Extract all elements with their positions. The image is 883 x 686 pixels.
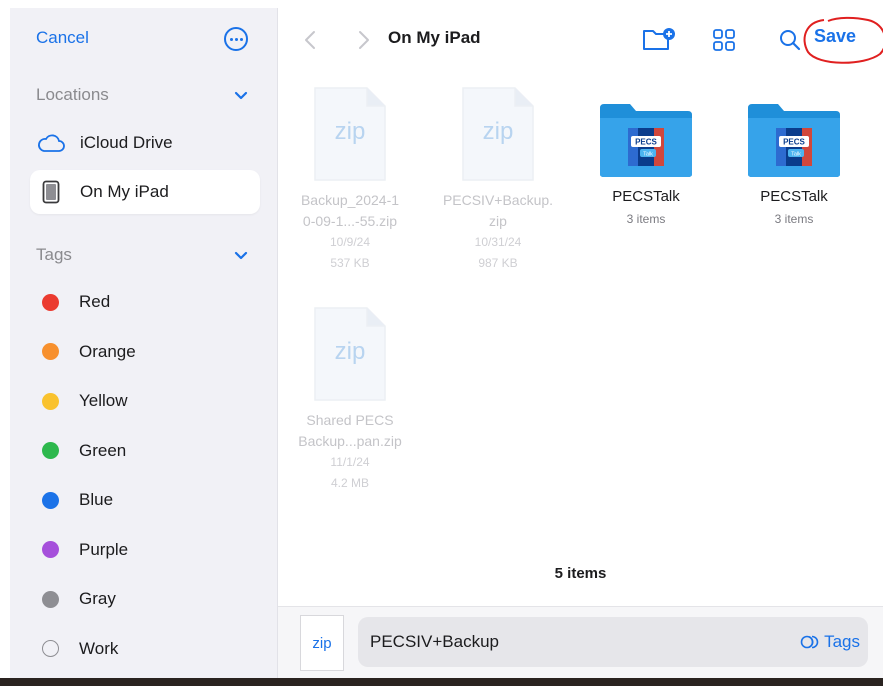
tag-color-dot-icon [42, 491, 59, 509]
zip-file-icon: zip [313, 306, 387, 402]
tag-color-dot-icon [42, 590, 59, 608]
file-date: 10/31/24 [474, 235, 522, 249]
tag-label: Gray [79, 589, 116, 608]
forward-chevron-icon[interactable] [358, 30, 370, 50]
sidebar-tag-yellow[interactable]: Yellow [30, 381, 260, 421]
tag-color-dot-icon [42, 640, 59, 657]
sidebar-tag-gray[interactable]: Gray [30, 579, 260, 619]
new-folder-icon[interactable] [642, 26, 676, 52]
sidebar-tag-orange[interactable]: Orange [30, 332, 260, 372]
sidebar-item-label: iCloud Drive [80, 133, 173, 152]
folder-badge-text: PECS [635, 138, 657, 147]
window-edge [0, 678, 883, 686]
zip-file-item[interactable]: zip Shared PECS Backup...pan.zip 11/1/24 4.2… [280, 306, 420, 494]
file-name: Shared PECS [306, 412, 394, 428]
tag-label: Red [79, 292, 111, 311]
sidebar-item-label: On My iPad [80, 182, 169, 201]
ipad-icon [36, 180, 66, 204]
folder-name: PECSTalk [760, 188, 828, 205]
file-name: PECSIV+Backup. [442, 192, 554, 208]
zip-label: zip [334, 338, 366, 365]
page-title: On My iPad [388, 28, 481, 47]
tag-color-dot-icon [42, 392, 59, 410]
sidebar-tag-red[interactable]: Red [30, 282, 260, 322]
folder-item[interactable]: PECS Talk PECSTalk 3 items [724, 102, 864, 230]
cloud-icon [36, 133, 66, 153]
zip-file-item[interactable]: zip Backup_2024-1 0-09-1...-55.zip 10/9/24 5… [280, 86, 420, 274]
file-name-line2: zip [489, 213, 507, 229]
save-bar: zip PECSIV+Backup Tags [278, 606, 883, 678]
locations-header[interactable]: Locations [36, 85, 109, 105]
tag-label: Work [79, 638, 119, 658]
tag-color-dot-icon [42, 293, 59, 311]
zip-file-icon: zip [461, 86, 535, 182]
folder-badge-subtext: Talk [643, 152, 653, 158]
folder-meta: 3 items [626, 211, 666, 226]
tag-color-dot-icon [42, 541, 59, 558]
chevron-down-icon[interactable] [234, 251, 248, 261]
file-thumbnail: zip [300, 615, 344, 671]
file-size: 4.2 MB [330, 476, 369, 490]
search-icon[interactable] [778, 28, 802, 52]
zip-label: zip [482, 118, 514, 145]
tag-label: Purple [79, 539, 129, 559]
sidebar-tag-blue[interactable]: Blue [30, 480, 260, 520]
zip-label: zip [334, 118, 366, 145]
tags-icon [800, 635, 819, 649]
sidebar-tag-purple[interactable]: Purple [30, 530, 260, 570]
folder-icon: PECS Talk [598, 102, 694, 178]
sidebar-item-icloud-drive[interactable]: iCloud Drive [30, 121, 260, 165]
save-button[interactable]: Save [814, 26, 856, 47]
chevron-down-icon[interactable] [234, 91, 248, 101]
folder-badge-subtext: Talk [791, 152, 801, 158]
folder-meta: 3 items [774, 211, 814, 226]
file-size: 537 KB [330, 256, 370, 270]
tag-label: Blue [79, 490, 114, 509]
file-name-line2: Backup...pan.zip [298, 433, 402, 449]
sidebar-item-on-my-ipad[interactable]: On My iPad [30, 170, 260, 214]
folder-icon: PECS Talk [746, 102, 842, 178]
tag-color-dot-icon [42, 442, 59, 459]
file-save-dialog: Cancel Locations iCloud Drive On My iPad… [10, 8, 883, 678]
file-name-line2: 0-09-1...-55.zip [302, 213, 398, 229]
grid-view-icon[interactable] [712, 28, 736, 52]
zip-file-icon: zip [313, 86, 387, 182]
sidebar: Cancel Locations iCloud Drive On My iPad… [10, 8, 278, 678]
tag-label: Green [79, 440, 127, 460]
folder-name: PECSTalk [612, 188, 680, 205]
tag-label: Orange [79, 341, 136, 361]
tags-button[interactable]: Tags [800, 632, 860, 652]
tags-header[interactable]: Tags [36, 245, 72, 265]
file-size: 987 KB [478, 256, 518, 270]
cancel-button[interactable]: Cancel [36, 28, 89, 48]
tag-color-dot-icon [42, 343, 59, 360]
file-browser: On My iPad Save zip Backup_2024-1 0-09-1..… [278, 8, 883, 678]
folder-badge-text: PECS [783, 138, 805, 147]
more-options-icon[interactable] [224, 27, 248, 51]
sidebar-tag-green[interactable]: Green [30, 431, 260, 471]
folder-item[interactable]: PECS Talk PECSTalk 3 items [576, 102, 716, 230]
item-count: 5 items [554, 565, 607, 582]
sidebar-tag-work[interactable]: Work [30, 629, 260, 669]
filename-field[interactable]: PECSIV+Backup Tags [358, 617, 868, 667]
file-name: Backup_2024-1 [300, 192, 400, 208]
back-chevron-icon[interactable] [304, 30, 316, 50]
zip-file-item[interactable]: zip PECSIV+Backup. zip 10/31/24 987 KB [428, 86, 568, 274]
tag-label: Yellow [79, 391, 128, 410]
tags-button-label: Tags [824, 632, 860, 651]
file-date: 11/1/24 [330, 455, 370, 469]
filename-value[interactable]: PECSIV+Backup [370, 632, 499, 652]
file-date: 10/9/24 [329, 235, 371, 249]
